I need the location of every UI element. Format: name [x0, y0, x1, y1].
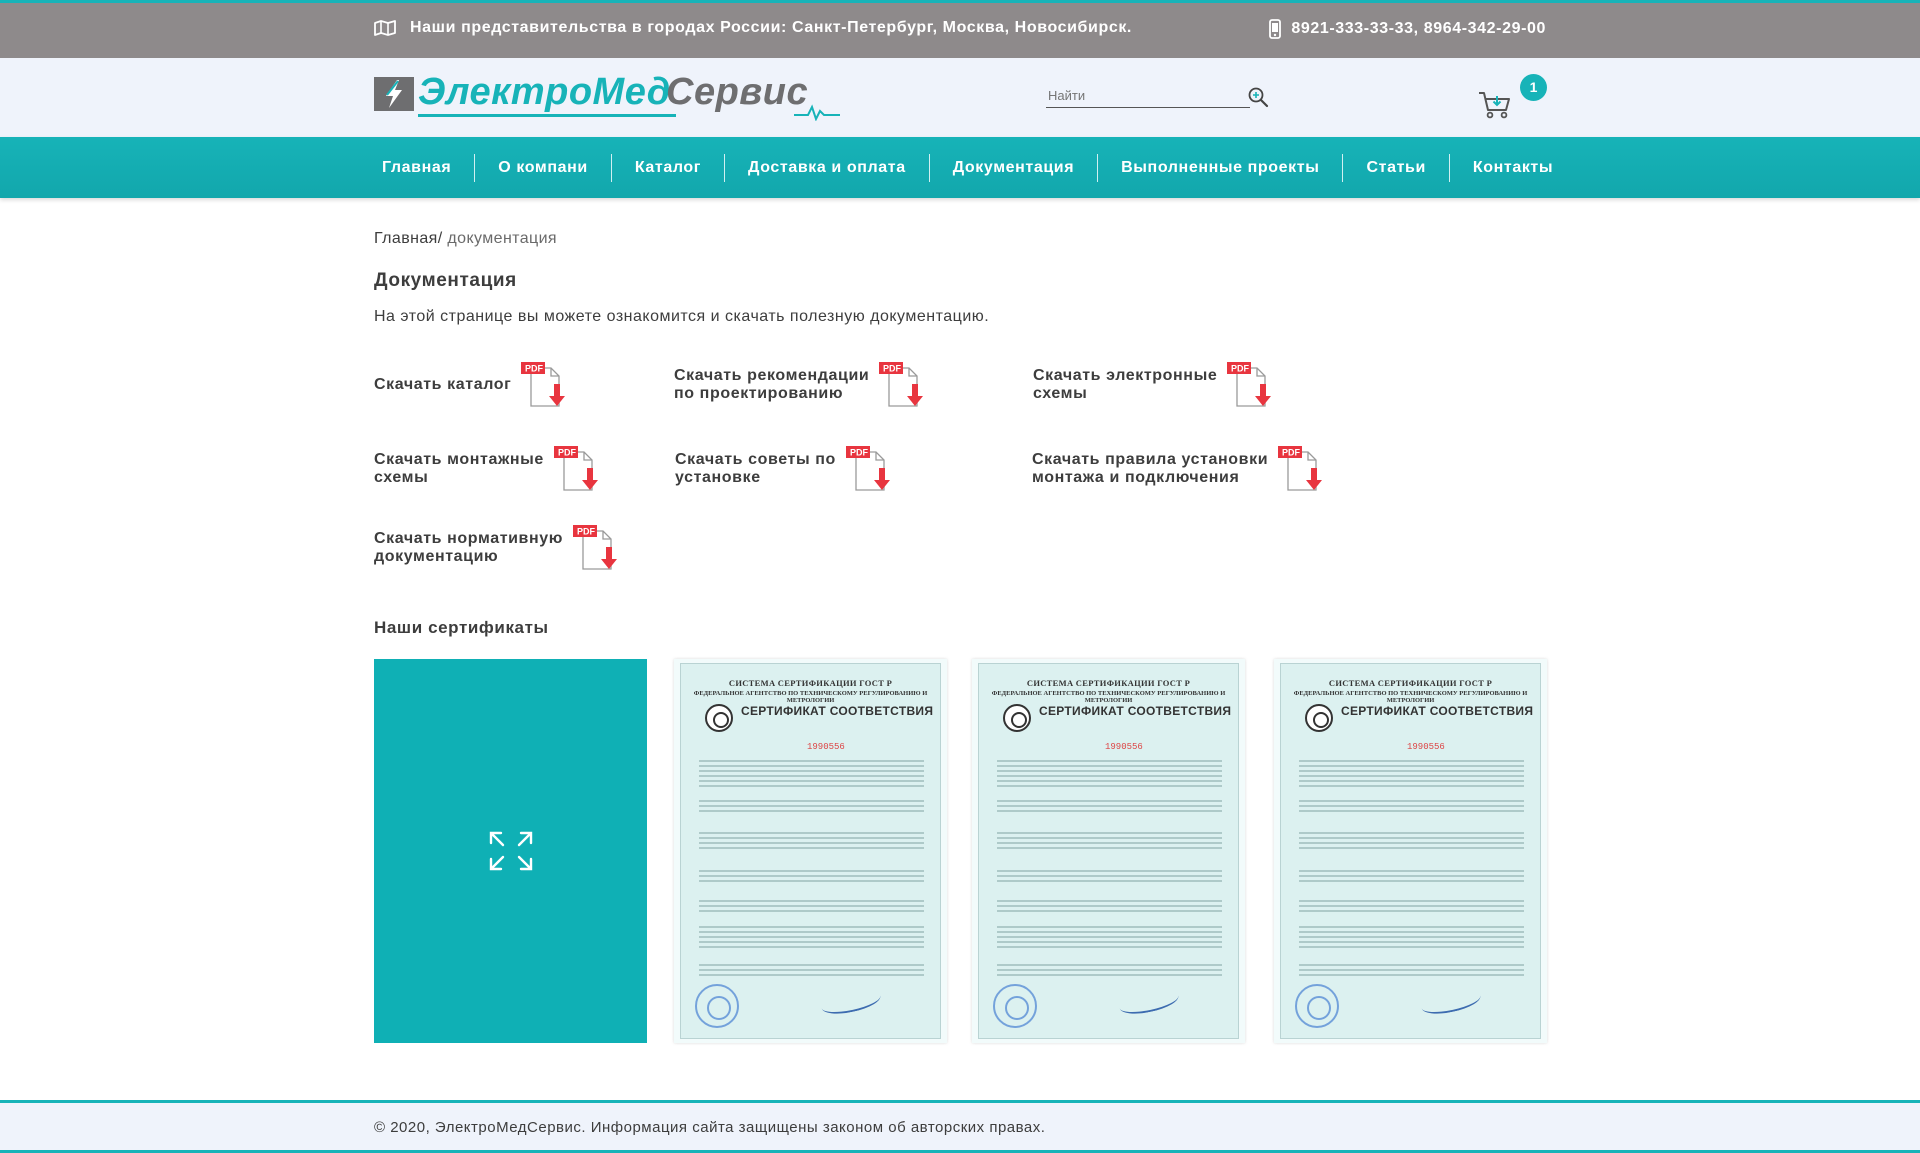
signature [1117, 985, 1181, 1019]
nav-item-home[interactable]: Главная [374, 137, 474, 198]
download-label: Скачать электронные схемы [1033, 367, 1218, 402]
stamp-icon [993, 984, 1037, 1028]
nav-item-contacts[interactable]: Контакты [1450, 137, 1576, 198]
expand-icon [489, 831, 533, 871]
certificate-thumbnail[interactable]: СИСТЕМА СЕРТИФИКАЦИИ ГОСТ Р ФЕДЕРАЛЬНОЕ … [1274, 659, 1547, 1043]
svg-text:PDF: PDF [883, 364, 902, 374]
stamp-icon [1295, 984, 1339, 1028]
nav-item-catalog[interactable]: Каталог [612, 137, 724, 198]
pdf-download-icon: PDF [879, 362, 924, 407]
signature [819, 985, 883, 1019]
main-nav: Главная О компани Каталог Доставка и опл… [0, 137, 1920, 198]
nav-link[interactable]: Главная [374, 159, 474, 177]
phones-text[interactable]: 8921-333-33-33, 8964-342-29-00 [1291, 20, 1546, 38]
breadcrumb-home[interactable]: Главная [374, 230, 438, 247]
certificate-thumbnail-active[interactable] [374, 659, 647, 1043]
svg-text:PDF: PDF [850, 448, 869, 458]
download-normative-docs-link[interactable]: Скачать нормативную документацию PDF [374, 525, 621, 571]
certificate-document: СИСТЕМА СЕРТИФИКАЦИИ ГОСТ Р ФЕДЕРАЛЬНОЕ … [978, 663, 1239, 1039]
search-icon[interactable] [1246, 85, 1270, 109]
download-label: Скачать нормативную документацию [374, 530, 564, 565]
page-intro: На этой странице вы можете ознакомится и… [374, 308, 990, 325]
nav-link[interactable]: Доставка и оплата [725, 159, 929, 177]
search-box [1046, 84, 1270, 108]
cart-button[interactable]: 1 [1478, 70, 1548, 124]
pdf-download-icon: PDF [521, 362, 566, 407]
nav-link[interactable]: Статьи [1343, 159, 1448, 177]
offices-text: Наши представительства в городах России:… [410, 19, 1132, 36]
nav-link[interactable]: Выполненные проекты [1098, 159, 1342, 177]
svg-text:PDF: PDF [577, 527, 596, 537]
gost-seal-icon [705, 704, 733, 732]
stamp-icon [695, 984, 739, 1028]
pdf-download-icon: PDF [1278, 446, 1323, 491]
pdf-download-icon: PDF [553, 446, 598, 491]
certificate-document: СИСТЕМА СЕРТИФИКАЦИИ ГОСТ Р ФЕДЕРАЛЬНОЕ … [1280, 663, 1541, 1039]
gost-seal-icon [1305, 704, 1333, 732]
svg-text:PDF: PDF [1282, 448, 1301, 458]
phones-info: 8921-333-33-33, 8964-342-29-00 [1269, 19, 1546, 39]
download-electronic-schemes-link[interactable]: Скачать электронные схемы PDF [1033, 362, 1275, 408]
nav-link[interactable]: Документация [930, 159, 1097, 177]
footer-copyright: © 2020, ЭлектроМедСервис. Информация сай… [374, 1119, 1046, 1136]
nav-item-about[interactable]: О компани [475, 137, 611, 198]
download-installation-tips-link[interactable]: Скачать советы по установке PDF [675, 446, 894, 492]
breadcrumb: Главная/ документация [374, 230, 557, 248]
download-label: Скачать правила установки монтажа и подкл… [1032, 451, 1269, 486]
cart-count-badge: 1 [1520, 74, 1547, 101]
footer: © 2020, ЭлектроМедСервис. Информация сай… [0, 1100, 1920, 1153]
download-catalog-link[interactable]: Скачать каталог PDF [374, 362, 569, 408]
logo[interactable]: ЭлектроМед Сервис [374, 71, 840, 121]
logo-text-primary: ЭлектроМед [418, 71, 671, 113]
pdf-download-icon: PDF [845, 446, 890, 491]
logo-text-secondary: Сервис [666, 71, 809, 113]
pdf-download-icon: PDF [573, 525, 618, 570]
download-label: Скачать советы по установке [675, 451, 836, 486]
page-title: Документация [374, 270, 517, 291]
nav-link[interactable]: Контакты [1450, 159, 1576, 177]
cart-icon [1479, 92, 1510, 119]
nav-item-documentation[interactable]: Документация [930, 137, 1097, 198]
lightning-bolt-icon [374, 77, 414, 111]
download-design-recommendations-link[interactable]: Скачать рекомендации по проектированию PD… [674, 362, 927, 408]
gost-seal-icon [1003, 704, 1031, 732]
logo-underline [418, 114, 676, 117]
search-input[interactable] [1046, 84, 1250, 108]
svg-text:PDF: PDF [1231, 364, 1250, 374]
download-mounting-schemes-link[interactable]: Скачать монтажные схемы PDF [374, 446, 602, 492]
nav-item-delivery[interactable]: Доставка и оплата [725, 137, 929, 198]
map-icon [374, 20, 396, 36]
download-label: Скачать каталог [374, 376, 512, 393]
download-label: Скачать монтажные схемы [374, 451, 544, 486]
certificate-thumbnail[interactable]: СИСТЕМА СЕРТИФИКАЦИИ ГОСТ Р ФЕДЕРАЛЬНОЕ … [972, 659, 1245, 1043]
nav-link[interactable]: Каталог [612, 159, 724, 177]
certificate-document: СИСТЕМА СЕРТИФИКАЦИИ ГОСТ Р ФЕДЕРАЛЬНОЕ … [680, 663, 941, 1039]
nav-item-projects[interactable]: Выполненные проекты [1098, 137, 1342, 198]
certificate-thumbnail[interactable]: СИСТЕМА СЕРТИФИКАЦИИ ГОСТ Р ФЕДЕРАЛЬНОЕ … [674, 659, 947, 1043]
nav-item-articles[interactable]: Статьи [1343, 137, 1448, 198]
nav-link[interactable]: О компани [475, 159, 611, 177]
svg-text:PDF: PDF [525, 364, 544, 374]
signature [1419, 985, 1483, 1019]
svg-text:PDF: PDF [558, 448, 577, 458]
top-bar: Наши представительства в городах России:… [0, 0, 1920, 58]
header: ЭлектроМед Сервис 1 [0, 58, 1920, 137]
breadcrumb-separator: / [437, 230, 448, 247]
breadcrumb-current: документация [447, 230, 557, 247]
certificates-title: Наши сертификаты [374, 618, 549, 637]
download-label: Скачать рекомендации по проектированию [674, 367, 870, 402]
offices-info: Наши представительства в городах России:… [374, 19, 1132, 37]
pdf-download-icon: PDF [1227, 362, 1272, 407]
download-installation-rules-link[interactable]: Скачать правила установки монтажа и подкл… [1032, 446, 1326, 492]
pulse-line-icon [794, 104, 840, 121]
phone-icon [1269, 19, 1282, 39]
